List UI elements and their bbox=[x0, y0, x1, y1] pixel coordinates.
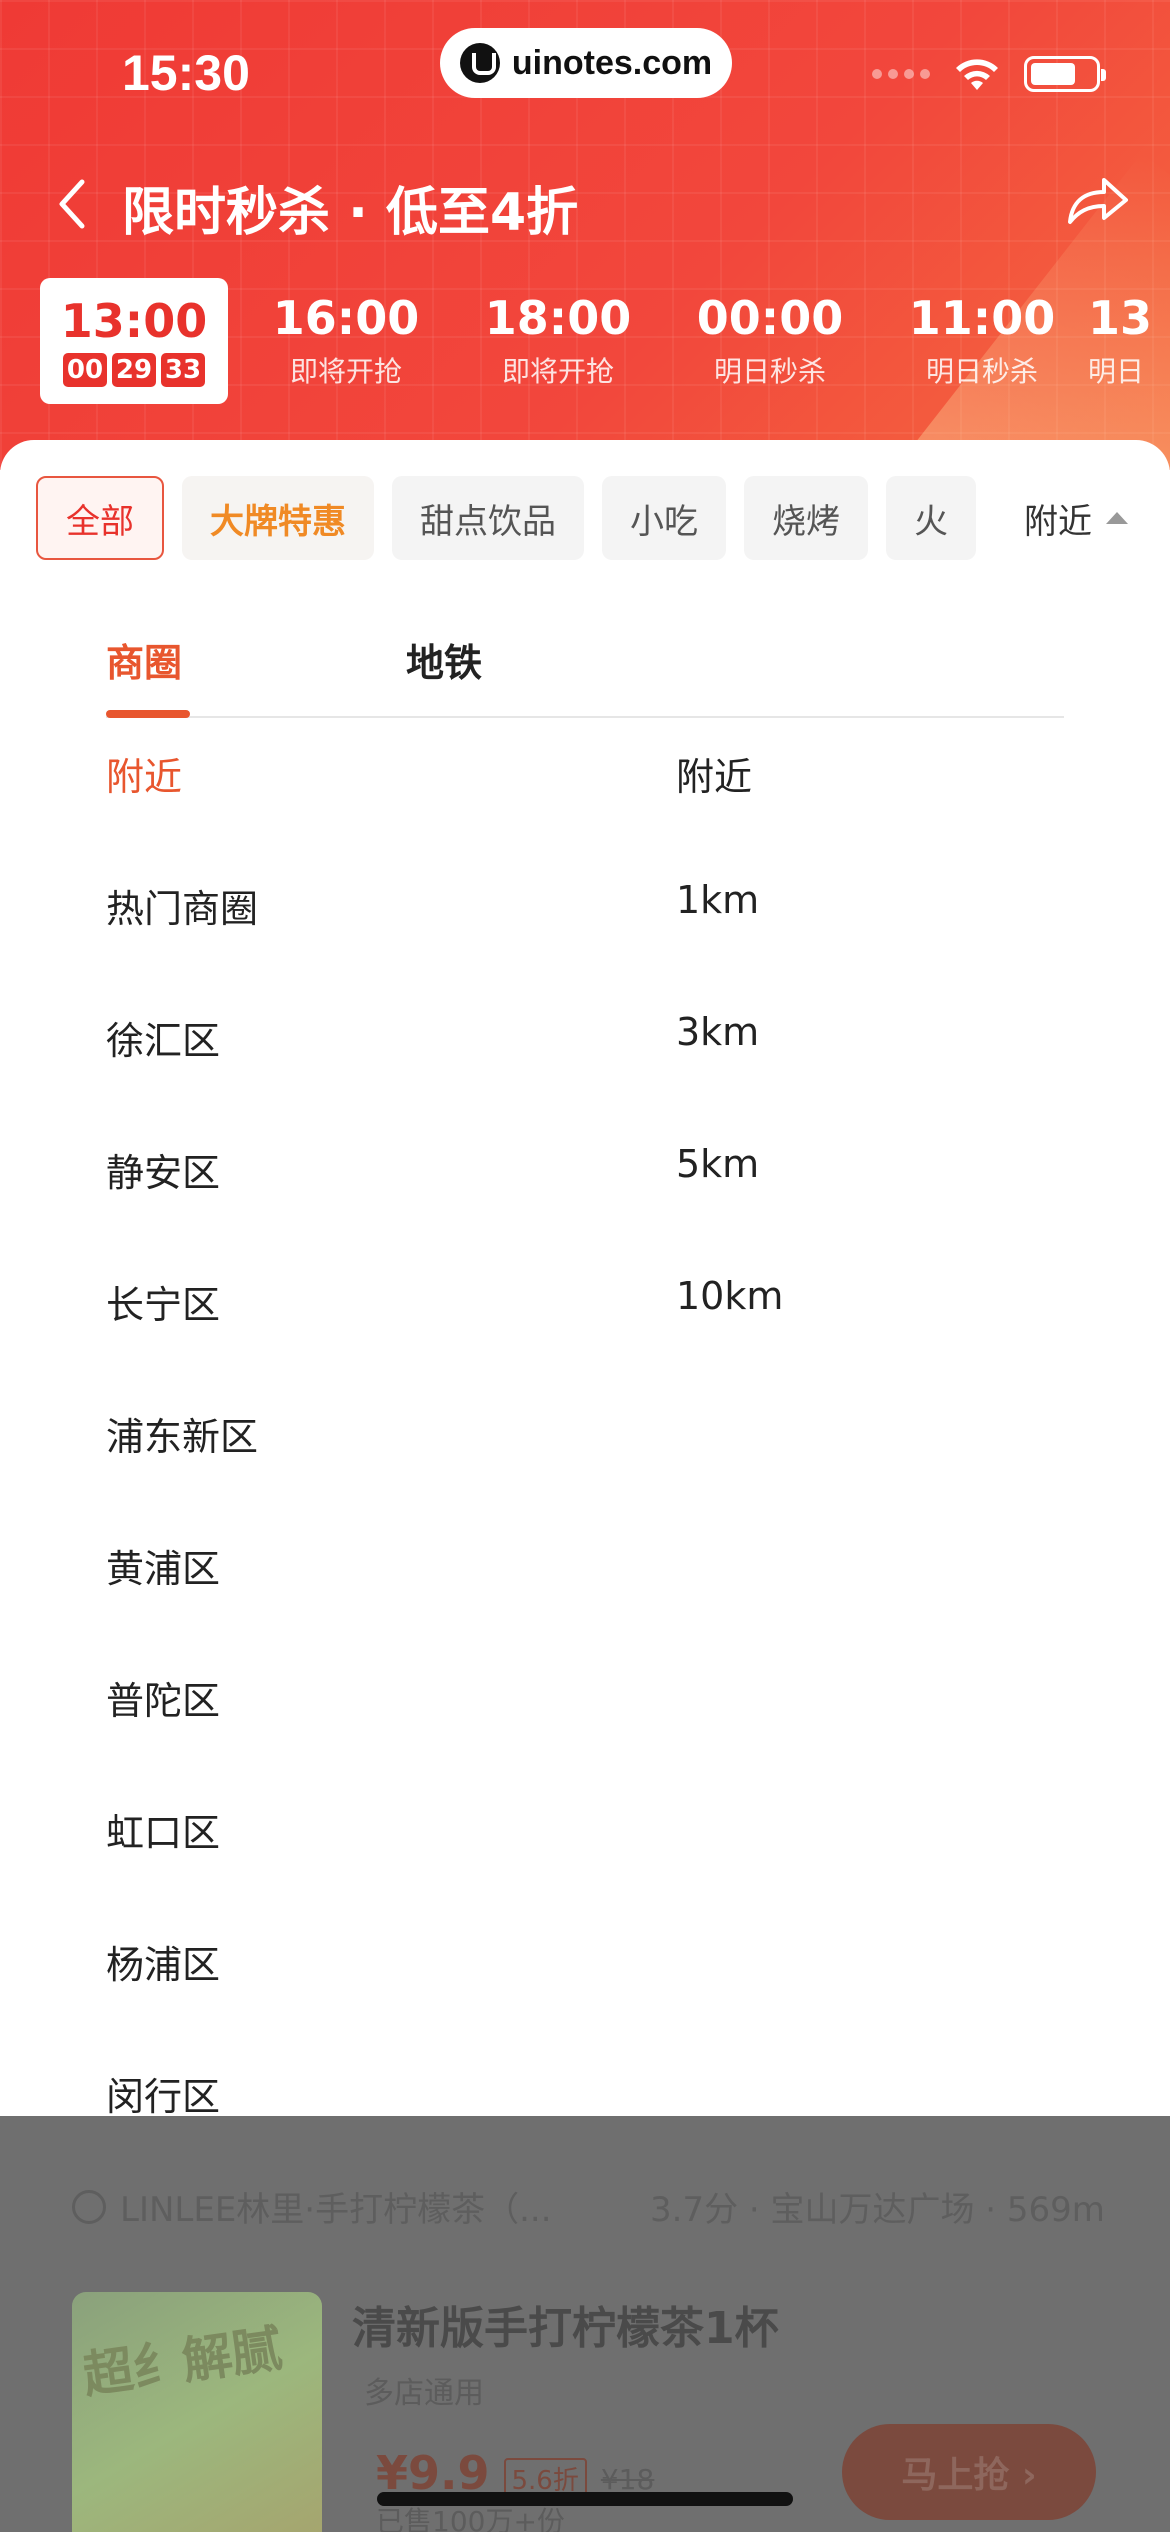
distance-item[interactable]: 10km bbox=[676, 1268, 783, 1400]
district-item[interactable]: 长宁区 bbox=[106, 1268, 258, 1400]
district-item[interactable]: 附近 bbox=[106, 740, 258, 872]
distance-item[interactable]: 3km bbox=[676, 1004, 783, 1136]
slot-status: 即将开抢 bbox=[289, 355, 402, 388]
district-item[interactable]: 虹口区 bbox=[106, 1796, 258, 1928]
distance-list: 附近 1km 3km 5km 10km bbox=[676, 740, 783, 1400]
category-chips: 全部 大牌特惠 甜点饮品 小吃 烧烤 火 bbox=[36, 476, 976, 560]
tab-business-area[interactable]: 商圈 bbox=[106, 632, 182, 687]
district-item[interactable]: 热门商圈 bbox=[106, 872, 258, 1004]
chip-snacks[interactable]: 小吃 bbox=[602, 476, 726, 560]
distance-item[interactable]: 5km bbox=[676, 1136, 783, 1268]
time-slot-active[interactable]: 13:00 00 29 33 bbox=[40, 278, 228, 404]
home-indicator bbox=[377, 2492, 793, 2506]
status-time: 15:30 bbox=[122, 45, 250, 101]
distance-item[interactable]: 附近 bbox=[676, 740, 783, 872]
time-slot[interactable]: 13 明日 bbox=[1088, 278, 1168, 404]
dimmed-overlay[interactable]: LINLEE林里·手打柠檬茶（... 3.7分 · 宝山万达广场 · 569m … bbox=[0, 2116, 1170, 2532]
active-tab-indicator bbox=[106, 710, 190, 718]
district-item[interactable]: 普陀区 bbox=[106, 1664, 258, 1796]
time-slot[interactable]: 18:00 即将开抢 bbox=[452, 278, 664, 404]
chip-all[interactable]: 全部 bbox=[36, 476, 164, 560]
district-item[interactable]: 黄浦区 bbox=[106, 1532, 258, 1664]
product-image-text: 超纟解腻 bbox=[79, 2319, 286, 2405]
chip-hotpot[interactable]: 火 bbox=[886, 476, 976, 560]
shop-name: LINLEE林里·手打柠檬茶（... bbox=[120, 2190, 552, 2230]
chip-desserts-drinks[interactable]: 甜点饮品 bbox=[392, 476, 584, 560]
chip-bbq[interactable]: 烧烤 bbox=[744, 476, 868, 560]
back-chevron-icon[interactable] bbox=[52, 176, 92, 232]
chip-brand-deals[interactable]: 大牌特惠 bbox=[182, 476, 374, 560]
slot-time: 18:00 bbox=[484, 291, 632, 345]
page-title: 限时秒杀 · 低至4折 bbox=[122, 183, 579, 243]
shop-meta: 3.7分 · 宝山万达广场 · 569m bbox=[650, 2190, 1105, 2230]
countdown-minutes: 29 bbox=[112, 353, 156, 387]
signal-icon bbox=[872, 69, 930, 79]
district-item[interactable]: 杨浦区 bbox=[106, 1928, 258, 2060]
product-title: 清新版手打柠檬茶1杯 bbox=[352, 2303, 779, 2354]
battery-icon bbox=[1024, 56, 1106, 92]
countdown-seconds: 33 bbox=[161, 353, 205, 387]
slot-time: 16:00 bbox=[272, 291, 420, 345]
product-subtitle: 多店通用 bbox=[364, 2376, 484, 2411]
slot-status: 明日 bbox=[1088, 355, 1145, 388]
district-list: 附近 热门商圈 徐汇区 静安区 长宁区 浦东新区 黄浦区 普陀区 虹口区 杨浦区… bbox=[106, 740, 258, 2192]
slot-time: 13 bbox=[1088, 291, 1153, 345]
slot-time: 13:00 bbox=[60, 294, 208, 348]
wifi-icon bbox=[956, 59, 998, 90]
slot-time: 11:00 bbox=[908, 291, 1056, 345]
slot-status: 即将开抢 bbox=[501, 355, 614, 388]
shop-icon bbox=[72, 2189, 106, 2224]
header: 15:30 uinotes.com 限时秒杀 · 低至4折 13:00 00 2… bbox=[0, 0, 1170, 470]
filter-sheet: 全部 大牌特惠 甜点饮品 小吃 烧烤 火 附近 商圈 地铁 附近 热门商圈 徐汇… bbox=[0, 440, 1170, 2120]
grab-now-button[interactable]: 马上抢 › bbox=[842, 2424, 1096, 2520]
shop-row: LINLEE林里·手打柠檬茶（... bbox=[72, 2182, 552, 2231]
time-slot-bar: 13:00 00 29 33 16:00 即将开抢 18:00 即将开抢 00:… bbox=[40, 278, 1168, 404]
product-image: 超纟解腻 bbox=[72, 2292, 322, 2532]
distance-item[interactable]: 1km bbox=[676, 872, 783, 1004]
time-slot[interactable]: 16:00 即将开抢 bbox=[240, 278, 452, 404]
slot-status: 明日秒杀 bbox=[925, 355, 1038, 388]
slot-time: 00:00 bbox=[696, 291, 844, 345]
nearby-dropdown-label: 附近 bbox=[1024, 501, 1092, 542]
time-slot[interactable]: 00:00 明日秒杀 bbox=[664, 278, 876, 404]
uinotes-logo-icon bbox=[459, 43, 500, 83]
time-slot[interactable]: 11:00 明日秒杀 bbox=[876, 278, 1088, 404]
url-pill: uinotes.com bbox=[440, 28, 732, 98]
share-icon[interactable] bbox=[1064, 172, 1130, 228]
slot-status: 明日秒杀 bbox=[713, 355, 826, 388]
caret-up-icon bbox=[1106, 512, 1128, 524]
url-text: uinotes.com bbox=[511, 43, 713, 82]
countdown-timer: 00 29 33 bbox=[63, 353, 205, 387]
district-item[interactable]: 徐汇区 bbox=[106, 1004, 258, 1136]
district-item[interactable]: 静安区 bbox=[106, 1136, 258, 1268]
countdown-hours: 00 bbox=[63, 353, 107, 387]
tab-subway[interactable]: 地铁 bbox=[406, 632, 482, 687]
location-tabs: 商圈 地铁 bbox=[106, 632, 1064, 718]
district-item[interactable]: 浦东新区 bbox=[106, 1400, 258, 1532]
status-icons bbox=[872, 56, 1106, 92]
nearby-dropdown[interactable]: 附近 bbox=[1000, 476, 1170, 560]
